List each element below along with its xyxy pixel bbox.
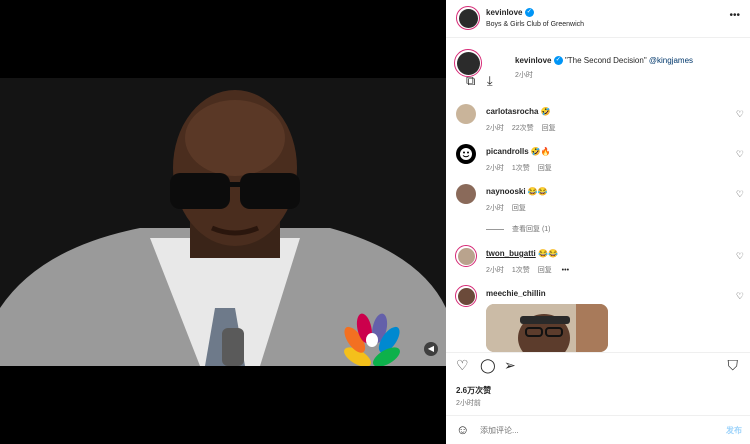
comment-input[interactable]	[480, 423, 700, 437]
reply-button[interactable]: 回复	[538, 165, 552, 172]
comment-username[interactable]: picandrolls	[486, 147, 529, 156]
view-replies-button[interactable]: 查看回复 (1)	[486, 224, 551, 234]
commenter-avatar[interactable]	[456, 184, 476, 204]
video-frame	[0, 78, 446, 366]
download-icon[interactable]: ⤓	[487, 73, 493, 88]
comment-time: 2小时	[486, 205, 504, 212]
post-header: kevinlove ✓ Boys & Girls Club of Greenwi…	[446, 0, 750, 38]
comment-time: 2小时	[486, 165, 504, 172]
comment-likes[interactable]: 1次赞	[512, 165, 530, 172]
reply-button[interactable]: 回复	[538, 267, 552, 274]
author-avatar[interactable]	[456, 6, 480, 30]
like-comment-icon[interactable]: ♡	[736, 109, 744, 120]
post-panel: kevinlove ✓ Boys & Girls Club of Greenwi…	[446, 0, 750, 444]
smiley-icon	[460, 148, 472, 160]
comment-time: 2小时	[486, 267, 504, 274]
comment-time: 2小时	[486, 125, 504, 132]
reply-button[interactable]: 回复	[542, 125, 556, 132]
author-username[interactable]: kevinlove	[486, 8, 522, 17]
comment-more-icon[interactable]: •••	[562, 267, 569, 274]
save-icon[interactable]: ⛉	[728, 357, 739, 374]
like-comment-icon[interactable]: ♡	[736, 189, 744, 200]
comment-text: 🤣🔥	[530, 147, 551, 156]
comment-text: 🤣	[540, 107, 551, 116]
comment-photo	[486, 304, 608, 352]
like-count[interactable]: 2.6万次赞	[456, 385, 491, 396]
caption-row: kevinlove ✓ "The Second Decision" @kingj…	[515, 56, 693, 66]
like-comment-icon[interactable]: ♡	[736, 149, 744, 160]
verified-icon: ✓	[553, 56, 563, 66]
caption-mention[interactable]: @kingjames	[649, 56, 693, 65]
comment-likes[interactable]: 1次赞	[512, 267, 530, 274]
post-time: 2小时前	[456, 400, 481, 407]
comment-text: 😂😂	[527, 187, 548, 196]
comment-username[interactable]: meechie_chillin	[486, 289, 546, 298]
commenter-avatar[interactable]	[456, 144, 476, 164]
comment-composer: ☺ 发布	[446, 415, 750, 444]
comment-icon[interactable]: ◯	[480, 357, 496, 374]
caption-text: "The Second Decision"	[564, 56, 647, 65]
caption-username[interactable]: kevinlove	[515, 56, 551, 65]
share-icon[interactable]: ➢	[504, 357, 516, 374]
comment-text: 😂😂	[538, 249, 558, 258]
author-row: kevinlove ✓	[486, 8, 534, 18]
like-icon[interactable]: ♡	[456, 357, 469, 374]
comment-username[interactable]: twon_bugatti	[486, 249, 536, 258]
comment-username[interactable]: carlotasrocha	[486, 107, 538, 116]
caption-time: 2小时	[515, 72, 533, 79]
commenter-avatar[interactable]	[455, 285, 477, 307]
emoji-icon[interactable]: ☺	[456, 422, 469, 437]
media-area: ◀	[0, 0, 446, 444]
comment-image[interactable]	[486, 304, 608, 352]
commenter-avatar[interactable]	[455, 245, 477, 267]
copy-icon[interactable]: ⧉	[466, 73, 475, 88]
video-player[interactable]: ◀	[0, 78, 446, 366]
comment-username[interactable]: naynooski	[486, 187, 526, 196]
caption-icons: ⧉ ⤓	[466, 73, 493, 89]
comment-list: carlotasrocha 🤣 2小时 22次赞 回复 ♡ picandroll…	[446, 94, 750, 352]
comment-likes[interactable]: 22次赞	[512, 125, 534, 132]
post-location[interactable]: Boys & Girls Club of Greenwich	[486, 21, 584, 28]
view-replies-label: 查看回复 (1)	[512, 226, 551, 233]
post-button[interactable]: 发布	[726, 425, 742, 436]
like-comment-icon[interactable]: ♡	[736, 251, 744, 262]
reply-button[interactable]: 回复	[512, 205, 526, 212]
like-comment-icon[interactable]: ♡	[736, 291, 744, 302]
verified-icon: ✓	[524, 8, 534, 18]
volume-icon[interactable]: ◀	[424, 342, 438, 356]
commenter-avatar[interactable]	[456, 104, 476, 124]
more-options-icon[interactable]: •••	[729, 10, 740, 21]
post-actions: ♡ ◯ ➢ ⛉ 2.6万次赞 2小时前	[446, 352, 750, 416]
